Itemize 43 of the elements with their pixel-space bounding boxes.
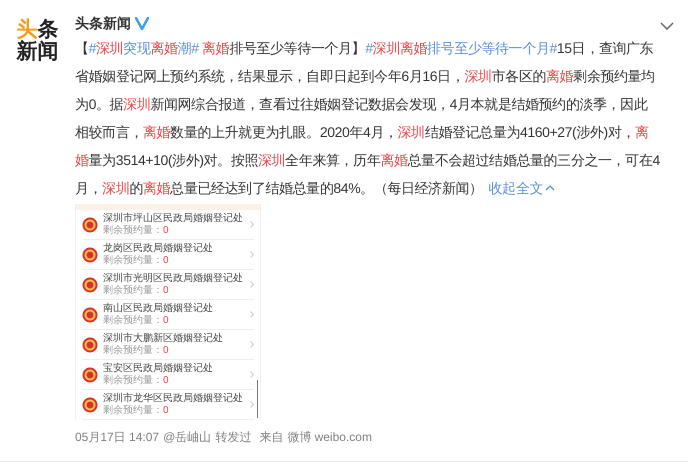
emblem-icon <box>82 276 98 292</box>
emblem-icon <box>82 216 98 232</box>
chevron-up-icon <box>545 185 556 191</box>
chevron-right-icon <box>250 401 254 408</box>
chevron-right-icon <box>250 341 254 348</box>
office-name: 宝安区民政局婚姻登记处 <box>103 362 214 374</box>
emblem-icon <box>82 306 98 322</box>
post-time[interactable]: 05月17日 14:07 <box>75 428 160 446</box>
quota-text: 剩余预约量：0 <box>103 224 170 236</box>
office-name: 南山区民政局婚姻登记处 <box>103 302 214 314</box>
emblem-icon <box>82 366 98 382</box>
hashtag-link[interactable]: #深圳离婚排号至少等待一个月# <box>365 40 557 56</box>
account-name[interactable]: 头条新闻 <box>75 12 131 34</box>
chevron-down-icon[interactable] <box>660 22 674 30</box>
emblem-icon <box>82 396 98 412</box>
chevron-right-icon <box>250 281 254 288</box>
collapse-link[interactable]: 收起全文 <box>488 174 556 202</box>
emblem-icon <box>82 336 98 352</box>
quota-text: 剩余预约量：0 <box>103 374 170 386</box>
office-name: 深圳市龙华区民政局婚姻登记处 <box>103 392 244 404</box>
office-name: 深圳市大鹏新区婚姻登记处 <box>103 332 224 344</box>
embedded-screenshot[interactable]: 深圳市坪山区民政局婚姻登记处 剩余预约量：0 龙岗区民政局婚姻登记处 剩余预约量：0 深圳市光明区民政局婚姻登记处 剩余预约量：0 南山区民政局婚姻登记处 剩余预约量：0 深圳市大鹏新区婚姻登记处 剩余预约量：0 宝安区民政局婚姻登记处 剩余预约量：0 深圳市龙华区民政局婚姻登记处 剩余预约量：0 <box>75 204 261 420</box>
post-text: 【#深圳突现离婚潮# 离婚排号至少等待一个月】#深圳离婚排号至少等待一个月#15日，查询广东省婚姻登记网上预约系统，结果显示，自即日起到今年6月16日，深圳市各区的离婚剩余预约量均为0。据深圳新闻网综合报道，查看过往婚姻登记数据会发现，4月本就是结婚预约的淡季，因此相较而言，离婚数量的上升就更为扎眼。2020年4月，深圳结婚登记总量为4160+27(涉外)对，离婚量为3514+10(涉外)对。按照深圳全年来算，历年离婚总量不会超过结婚总量的三分之一，可在4月，深圳的离婚总量已经达到了结婚总量的84%。（每日经济新闻） 收起全文 <box>75 34 660 202</box>
office-name: 龙岗区民政局婚姻登记处 <box>103 242 214 254</box>
quota-text: 剩余预约量：0 <box>103 314 170 326</box>
hashtag-link[interactable]: #深圳突现离婚潮# <box>88 40 202 56</box>
quota-text: 剩余预约量：0 <box>103 254 170 266</box>
chevron-right-icon <box>250 221 254 228</box>
source-link[interactable]: 微博 weibo.com <box>287 428 372 446</box>
office-name: 深圳市坪山区民政局婚姻登记处 <box>103 212 244 224</box>
user-link[interactable]: @岳岫山 <box>163 428 212 446</box>
source-label: 来自 <box>259 429 284 446</box>
office-name: 深圳市光明区民政局婚姻登记处 <box>103 272 244 284</box>
quota-text: 剩余预约量：0 <box>103 404 170 416</box>
emblem-icon <box>82 246 98 262</box>
app-logo[interactable]: 头条 新闻 <box>16 19 58 461</box>
chevron-right-icon <box>250 251 254 258</box>
scrollbar[interactable] <box>257 380 258 418</box>
chevron-right-icon <box>250 311 254 318</box>
repost-text: 转发过 <box>215 429 252 446</box>
chevron-right-icon <box>250 371 254 378</box>
quota-text: 剩余预约量：0 <box>103 344 170 356</box>
quota-text: 剩余预约量：0 <box>103 284 170 296</box>
